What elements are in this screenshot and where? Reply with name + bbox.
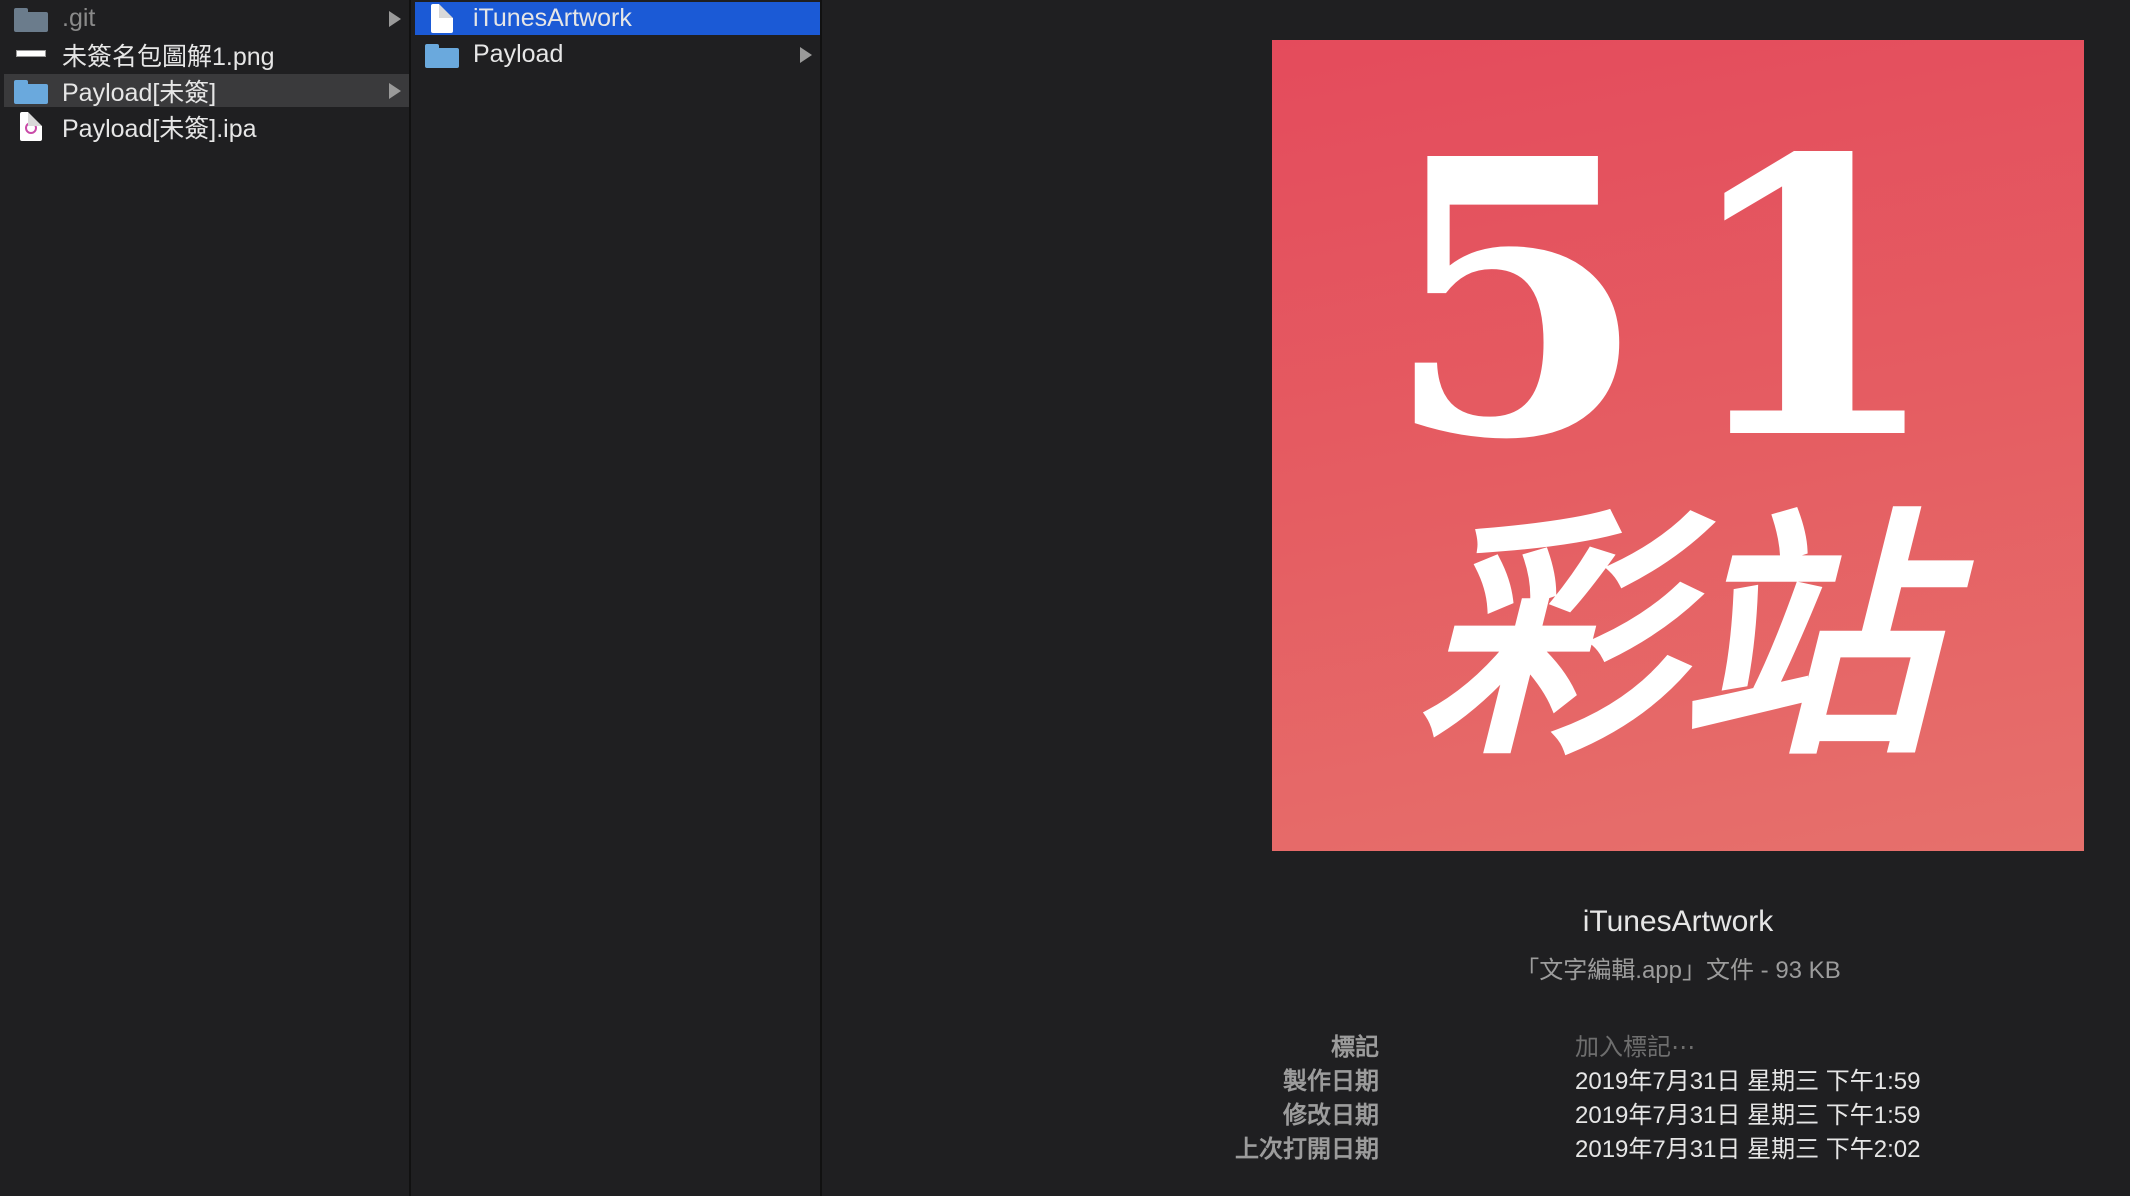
list-item-label: .git: [62, 4, 96, 32]
preview-filename: iTunesArtwork: [1582, 905, 1774, 938]
list-item-png-file[interactable]: 未簽名包圖解1.png: [4, 38, 409, 71]
modified-row: 修改日期 2019年7月31日 星期三 下午1:59: [822, 1095, 2130, 1129]
folder-icon: [14, 4, 50, 34]
document-icon: [425, 3, 461, 34]
list-item-ipa-file[interactable]: Payload[未簽].ipa: [4, 110, 409, 143]
list-item-payload-subfolder[interactable]: Payload: [415, 38, 820, 71]
modified-label: 修改日期: [1283, 1102, 1379, 1129]
last-opened-label: 上次打開日期: [1235, 1136, 1379, 1163]
modified-value: 2019年7月31日 星期三 下午1:59: [1575, 1102, 1921, 1129]
artwork-number: 51: [1383, 76, 1973, 523]
artwork-preview-image: 51 彩站: [1272, 40, 2084, 851]
preview-kind-size: 「文字編輯.app」文件 - 93 KB: [1515, 957, 1841, 984]
list-item-label: Payload: [473, 40, 564, 68]
disclosure-arrow-icon: [389, 82, 401, 99]
disclosure-arrow-icon: [389, 10, 401, 27]
preview-pane: 51 彩站 iTunesArtwork 「文字編輯.app」文件 - 93 KB…: [822, 0, 2130, 1196]
last-opened-row: 上次打開日期 2019年7月31日 星期三 下午2:02: [822, 1129, 2130, 1163]
finder-column-view: .git 未簽名包圖解1.png Payload[未簽] Payload[未簽]…: [0, 0, 2130, 1196]
column-payload-contents[interactable]: iTunesArtwork Payload: [411, 0, 822, 1196]
list-item-label: Payload[未簽].ipa: [62, 114, 257, 143]
list-item-itunesartwork[interactable]: iTunesArtwork: [415, 2, 820, 35]
add-tags-field[interactable]: 加入標記⋯: [1575, 1027, 1695, 1062]
created-row: 製作日期 2019年7月31日 星期三 下午1:59: [822, 1061, 2130, 1095]
ipa-file-icon: [14, 111, 50, 142]
last-opened-value: 2019年7月31日 星期三 下午2:02: [1575, 1136, 1921, 1163]
disclosure-arrow-icon: [800, 46, 812, 63]
column-parent[interactable]: .git 未簽名包圖解1.png Payload[未簽] Payload[未簽]…: [0, 0, 411, 1196]
artwork-text: 彩站: [1418, 489, 1938, 791]
created-label: 製作日期: [1283, 1068, 1379, 1095]
list-item-payload-folder[interactable]: Payload[未簽]: [4, 74, 409, 107]
list-item-label: Payload[未簽]: [62, 78, 217, 107]
created-value: 2019年7月31日 星期三 下午1:59: [1575, 1068, 1921, 1095]
list-item-label: 未簽名包圖解1.png: [62, 42, 275, 71]
tags-row: 標記 加入標記⋯: [822, 1027, 2130, 1061]
png-thumbnail-icon: [14, 40, 50, 70]
folder-icon: [425, 40, 461, 70]
tags-label: 標記: [1331, 1034, 1379, 1061]
list-item-label: iTunesArtwork: [473, 4, 632, 32]
list-item-git-folder[interactable]: .git: [4, 2, 409, 35]
folder-icon: [14, 76, 50, 106]
